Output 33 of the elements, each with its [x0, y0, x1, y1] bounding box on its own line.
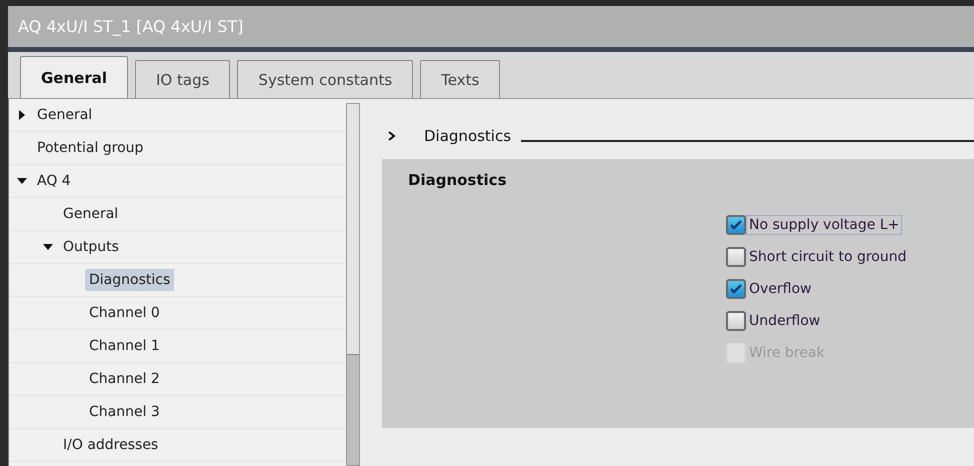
checkbox-label: Underflow	[748, 312, 822, 331]
tree-item[interactable]: Channel 2	[85, 368, 164, 390]
checkbox[interactable]	[726, 279, 746, 299]
tree-item[interactable]: I/O addresses	[59, 434, 162, 456]
window-title: AQ 4xU/I ST_1 [AQ 4xU/I ST]	[18, 17, 244, 36]
checkbox[interactable]	[726, 311, 746, 331]
expanded-arrow-icon[interactable]	[43, 242, 53, 252]
check-icon	[730, 284, 742, 294]
tree-item[interactable]: Outputs	[59, 236, 123, 258]
checkbox[interactable]	[726, 247, 746, 267]
tab[interactable]: System constants	[237, 60, 414, 98]
expanded-arrow-icon[interactable]	[17, 176, 27, 186]
panel-title: Diagnostics	[408, 171, 508, 189]
tree-item[interactable]: Potential group	[33, 137, 148, 159]
tree-item[interactable]: Channel 3	[85, 401, 164, 423]
tree-item[interactable]: Channel 1	[85, 335, 164, 357]
collapsed-arrow-icon[interactable]	[17, 110, 27, 120]
checkbox[interactable]	[726, 215, 746, 235]
section-heading: Diagnostics	[424, 127, 512, 145]
tree-item[interactable]: AQ 4	[33, 170, 75, 192]
chevron-icon	[388, 131, 396, 141]
scrollbar[interactable]	[346, 103, 360, 466]
tree-item[interactable]: General	[33, 104, 96, 126]
checkbox-label: Overflow	[748, 280, 813, 299]
tree-item[interactable]: Channel 0	[85, 302, 164, 324]
tree-item[interactable]: General	[59, 203, 122, 225]
tab[interactable]: General	[20, 56, 128, 98]
tab[interactable]: IO tags	[135, 60, 230, 98]
tree-item[interactable]: Diagnostics	[85, 269, 174, 291]
check-icon	[730, 220, 742, 230]
tab[interactable]: Texts	[420, 60, 500, 98]
checkbox-label: Short circuit to ground	[748, 248, 908, 267]
checkbox-label: No supply voltage L+	[746, 215, 902, 235]
